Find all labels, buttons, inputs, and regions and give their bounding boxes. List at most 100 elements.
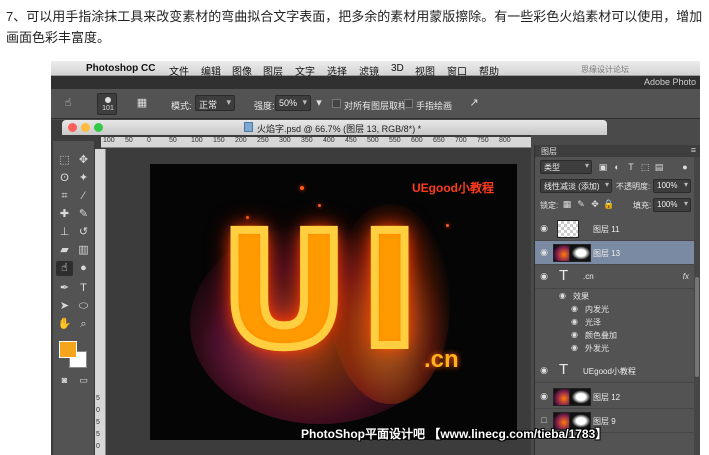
visibility-eye-icon[interactable]: ◉ bbox=[571, 304, 578, 313]
ruler-mark: 700 bbox=[455, 137, 467, 144]
clone-stamp-tool-icon[interactable]: ⊥ bbox=[56, 225, 73, 240]
uegood-label: UEgood小教程 bbox=[412, 181, 494, 195]
blend-mode-select[interactable]: 线性减淡 (添加) bbox=[540, 179, 612, 193]
screen-mode-icon[interactable]: ▭ bbox=[75, 373, 92, 388]
opacity-input[interactable]: 100% bbox=[653, 179, 691, 193]
app-name-menu[interactable]: Photoshop CC bbox=[86, 63, 155, 74]
brush-panel-icon[interactable]: ▦ bbox=[133, 95, 151, 111]
filter-shape-icon[interactable]: ⬚ bbox=[639, 161, 651, 173]
visibility-eye-icon[interactable]: ◉ bbox=[571, 343, 578, 352]
gradient-tool-icon[interactable]: ▥ bbox=[75, 243, 92, 258]
finger-painting-checkbox[interactable] bbox=[404, 99, 413, 108]
crop-tool-icon[interactable]: ⌗ bbox=[56, 189, 73, 204]
strength-input[interactable]: 50% bbox=[275, 95, 311, 111]
history-brush-tool-icon[interactable]: ↺ bbox=[75, 225, 92, 240]
brush-size-picker[interactable]: 101 bbox=[97, 93, 117, 115]
layer-mask-thumbnail[interactable] bbox=[569, 388, 591, 406]
psd-file-icon bbox=[244, 122, 253, 132]
lasso-tool-icon[interactable]: ʘ bbox=[56, 171, 73, 186]
smudge-tool-icon[interactable]: ☝ bbox=[56, 261, 73, 276]
visibility-eye-icon[interactable]: ◉ bbox=[559, 291, 566, 300]
eyedropper-tool-icon[interactable]: ⁄ bbox=[75, 189, 92, 204]
visibility-eye-icon[interactable]: ◉ bbox=[538, 247, 550, 258]
sample-all-layers-checkbox[interactable] bbox=[332, 99, 341, 108]
menu-bar: Photoshop CC 文件 编辑 图像 图层 文字 选择 滤镜 3D 视图 … bbox=[51, 61, 700, 84]
document-tab[interactable]: 火焰字.psd @ 66.7% (图层 13, RGB/8*) * bbox=[62, 120, 607, 135]
visibility-eye-icon[interactable]: ◉ bbox=[571, 330, 578, 339]
layers-scrollbar[interactable] bbox=[694, 157, 700, 455]
document-title: 火焰字.psd @ 66.7% (图层 13, RGB/8*) * bbox=[257, 124, 422, 134]
zoom-window-icon[interactable] bbox=[94, 123, 103, 132]
minimize-window-icon[interactable] bbox=[81, 123, 90, 132]
fill-label: 填充: bbox=[633, 201, 652, 210]
effect-row[interactable]: ◉ 光泽 bbox=[535, 317, 695, 329]
smudge-tool-preset-icon[interactable]: ☝ bbox=[59, 95, 77, 111]
filter-toggle-icon[interactable]: ● bbox=[679, 161, 691, 173]
app-title-strip: Adobe Photo bbox=[51, 76, 700, 89]
menu-3d[interactable]: 3D bbox=[391, 63, 404, 74]
ruler-mark: 500 bbox=[367, 137, 379, 144]
lock-all-icon[interactable]: 🔒 bbox=[603, 198, 615, 210]
type-tool-icon[interactable]: T bbox=[75, 281, 92, 296]
effect-row[interactable]: ◉ 内发光 bbox=[535, 304, 695, 316]
ruler-mark: 200 bbox=[235, 137, 247, 144]
vertical-ruler: 5 0 5 5 0 bbox=[95, 149, 106, 455]
layer-fx-icon[interactable]: fx bbox=[683, 272, 689, 281]
layer-row[interactable]: ◉ T .cn fx bbox=[535, 265, 695, 289]
visibility-eye-icon[interactable]: ◉ bbox=[571, 317, 578, 326]
eraser-tool-icon[interactable]: ▰ bbox=[56, 243, 73, 258]
filter-adjustment-icon[interactable]: ◐ bbox=[611, 161, 623, 173]
zoom-tool-icon[interactable]: ⌕ bbox=[75, 317, 92, 332]
effect-row[interactable]: ◉ 颜色叠加 bbox=[535, 330, 695, 342]
quick-mask-icon[interactable]: ◙ bbox=[56, 373, 73, 388]
brush-tool-icon[interactable]: ✎ bbox=[75, 207, 92, 222]
ellipse-tool-icon[interactable]: ⬭ bbox=[75, 299, 92, 314]
layer-name: 图层 12 bbox=[593, 393, 621, 402]
scrollbar-thumb[interactable] bbox=[695, 277, 699, 377]
layer-name: UEgood小教程 bbox=[583, 367, 636, 376]
layer-row[interactable]: ◉ 图层 11 bbox=[535, 217, 695, 241]
lock-position-icon[interactable]: ✥ bbox=[589, 198, 601, 210]
layer-filter-select[interactable]: 类型 bbox=[540, 160, 592, 174]
filter-pixel-icon[interactable]: ▣ bbox=[597, 161, 609, 173]
pressure-icon[interactable]: ↗ bbox=[465, 95, 483, 111]
strength-arrow-icon[interactable]: ▾ bbox=[313, 95, 325, 111]
ruler-mark: 5 bbox=[96, 431, 100, 438]
lock-transparent-icon[interactable]: ▦ bbox=[561, 198, 573, 210]
panel-menu-icon[interactable]: ≡ bbox=[691, 145, 696, 155]
foreground-color-swatch[interactable] bbox=[59, 341, 77, 358]
layer-mask-thumbnail[interactable] bbox=[569, 244, 591, 262]
text-layer-icon: T bbox=[559, 361, 569, 378]
mode-label: 模式: bbox=[171, 101, 192, 111]
marquee-tool-icon[interactable]: ⬚ bbox=[56, 153, 73, 168]
document-canvas[interactable]: UI .cn UEgood小教程 bbox=[150, 164, 517, 440]
visibility-eye-icon[interactable]: □ bbox=[538, 415, 550, 425]
effects-group[interactable]: ◉ 效果 bbox=[535, 291, 695, 303]
filter-smart-object-icon[interactable]: ▤ bbox=[653, 161, 665, 173]
dodge-tool-icon[interactable]: ● bbox=[75, 261, 92, 276]
visibility-eye-icon[interactable]: ◉ bbox=[538, 365, 550, 376]
visibility-eye-icon[interactable]: ◉ bbox=[538, 223, 550, 234]
layer-row[interactable]: ◉ T UEgood小教程 bbox=[535, 359, 695, 383]
layer-row-selected[interactable]: ◉ 图层 13 bbox=[535, 241, 695, 265]
pen-tool-icon[interactable]: ✒ bbox=[56, 281, 73, 296]
layer-thumbnail bbox=[557, 220, 579, 238]
magic-wand-tool-icon[interactable]: ✦ bbox=[75, 171, 92, 186]
finger-painting-label: 手指绘画 bbox=[416, 101, 453, 111]
lock-image-icon[interactable]: ✎ bbox=[575, 198, 587, 210]
hand-tool-icon[interactable]: ✋ bbox=[56, 317, 73, 332]
options-bar: ☝ 101 ▦ 模式: 正常 强度: 50% ▾ 对所有图层取样 手指绘画 ↗ bbox=[51, 89, 700, 119]
filter-type-icon[interactable]: T bbox=[625, 161, 637, 173]
visibility-eye-icon[interactable]: ◉ bbox=[538, 271, 550, 282]
fill-input[interactable]: 100% bbox=[653, 198, 691, 212]
effect-row[interactable]: ◉ 外发光 bbox=[535, 343, 695, 355]
layer-row[interactable]: ◉ 图层 12 bbox=[535, 385, 695, 409]
close-window-icon[interactable] bbox=[68, 123, 77, 132]
ruler-mark: 600 bbox=[411, 137, 423, 144]
layers-panel-title[interactable]: 图层 bbox=[541, 146, 557, 157]
mode-select[interactable]: 正常 bbox=[195, 95, 235, 111]
healing-brush-tool-icon[interactable]: ✚ bbox=[56, 207, 73, 222]
move-tool-icon[interactable]: ✥ bbox=[75, 153, 92, 168]
path-selection-tool-icon[interactable]: ➤ bbox=[56, 299, 73, 314]
visibility-eye-icon[interactable]: ◉ bbox=[538, 391, 550, 402]
